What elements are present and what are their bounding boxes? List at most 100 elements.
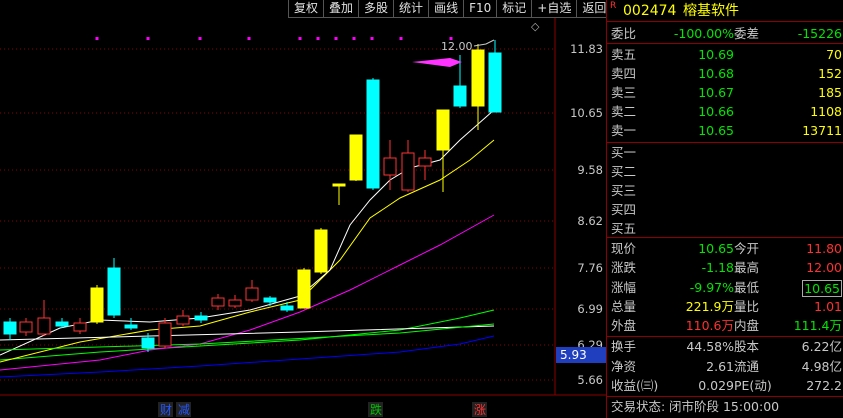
- annotation-arrow-icon: [412, 58, 462, 67]
- toolbar-button[interactable]: 标记: [496, 0, 532, 18]
- toolbar-button[interactable]: 多股: [358, 0, 394, 18]
- toolbar-button[interactable]: F10: [463, 0, 497, 18]
- event-badge-label: 减: [178, 403, 190, 417]
- price-axis-label: 8.62: [577, 214, 603, 228]
- candle-body: [194, 315, 208, 321]
- toolbar-button[interactable]: 叠加: [323, 0, 359, 18]
- header-diamond-icon[interactable]: ◇: [531, 16, 539, 38]
- bid-label: 买一: [611, 145, 637, 160]
- ask-volume: 70: [826, 47, 842, 62]
- fund-label: 收益(㈢): [611, 378, 659, 393]
- stat-value: 221.9万: [685, 298, 734, 314]
- candle-body: [158, 322, 172, 347]
- event-marker-icon: [146, 37, 150, 40]
- candle-body: [124, 324, 138, 329]
- trade-status-row: 交易状态: 闭市阶段 15:00:00: [611, 399, 780, 414]
- candle-body: [488, 52, 502, 113]
- toolbar-button[interactable]: 统计: [393, 0, 429, 18]
- candle-body: [297, 269, 311, 309]
- toolbar-button[interactable]: 复权: [288, 0, 324, 18]
- stat-value: 11.80: [806, 241, 842, 256]
- ask-label: 卖一: [611, 123, 637, 138]
- event-marker-icon: [247, 37, 251, 40]
- ask-label: 卖三: [611, 85, 637, 100]
- bid-label: 买五: [611, 221, 637, 236]
- stock-header: R 002474 榕基软件 ◇: [531, 0, 843, 33]
- stock-name[interactable]: 榕基软件: [683, 0, 739, 22]
- event-badge-label: 财: [160, 403, 172, 417]
- event-marker-icon: [198, 37, 202, 40]
- max-price-leader: [473, 39, 495, 47]
- moving-average-line: [0, 309, 495, 361]
- candle-body: [90, 287, 104, 323]
- ask-row: 卖五 10.69 70: [607, 45, 843, 64]
- candle-body: [366, 79, 380, 189]
- event-marker-icon: [95, 37, 99, 40]
- ask-price: 10.65: [698, 123, 734, 138]
- stat-value: 1.01: [814, 298, 842, 314]
- fund-value: 6.22亿: [801, 339, 842, 354]
- stock-code[interactable]: 002474: [623, 0, 676, 22]
- fund-row: 收益(㈢) 0.029 PE(动) 272.2: [607, 376, 843, 395]
- ask-label: 卖五: [611, 47, 637, 62]
- stat-row: 现价 10.65 今开 11.80: [607, 239, 843, 258]
- ask-volume: 1108: [810, 104, 842, 119]
- ask-volume: 13711: [802, 123, 842, 138]
- stat-row: 外盘 110.6万 内盘 111.4万: [607, 316, 843, 335]
- bid-label: 买二: [611, 164, 637, 179]
- ask-price: 10.69: [698, 47, 734, 62]
- stat-row: 总量 221.9万 量比 1.01: [607, 297, 843, 316]
- fund-label: 换手: [611, 339, 637, 354]
- weibi-row: 委比 -100.00% 委差 -15226: [611, 26, 842, 41]
- stat-label: 涨跌: [611, 260, 637, 276]
- event-marker-icon: [316, 37, 320, 40]
- stat-label: 内盘: [734, 318, 760, 334]
- bid-row: 买三: [607, 181, 843, 200]
- bid-label: 买三: [611, 183, 637, 198]
- candle-body: [436, 109, 450, 151]
- stat-label: 涨幅: [611, 279, 637, 295]
- stat-value: 10.65: [802, 279, 842, 297]
- candle-body: [471, 49, 485, 107]
- kline-chart[interactable]: 11.8310.659.588.627.766.996.295.66 12.00…: [0, 0, 606, 418]
- event-marker-icon: [399, 37, 403, 40]
- candle-body: [176, 315, 190, 325]
- stat-label: 最高: [734, 260, 760, 276]
- event-marker-icon: [352, 37, 356, 40]
- fund-value: 2.61: [706, 358, 734, 374]
- moving-average-line: [0, 335, 495, 378]
- ask-row: 卖四 10.68 152: [607, 64, 843, 83]
- weicha-value: -15226: [797, 26, 842, 41]
- stat-label: 量比: [734, 298, 760, 314]
- event-badge-label: 跌: [370, 402, 382, 417]
- fund-label: PE(动): [734, 378, 772, 393]
- chart-toolbar: 复权 叠加 多股 统计 画线 F10 标记 +自选 返回: [288, 0, 612, 18]
- candle-body: [55, 321, 69, 327]
- ask-price: 10.66: [698, 104, 734, 119]
- price-axis-label: 10.65: [570, 106, 603, 120]
- event-marker-icon: [370, 37, 374, 40]
- toolbar-button[interactable]: 画线: [428, 0, 464, 18]
- moving-average-line: [0, 109, 495, 356]
- bid-label: 买四: [611, 202, 637, 217]
- price-axis-label: 6.99: [577, 302, 603, 316]
- current-price-value: 5.93: [560, 348, 587, 362]
- candle-body: [332, 183, 346, 187]
- ask-row: 卖三 10.67 185: [607, 83, 843, 102]
- candle-body: [245, 287, 259, 301]
- event-badge-label: 涨: [474, 402, 486, 417]
- candle-body: [19, 321, 33, 333]
- candle-body: [107, 267, 121, 316]
- candle-body: [263, 297, 277, 303]
- candle-body: [349, 134, 363, 181]
- price-axis-label: 11.83: [570, 42, 603, 56]
- candle-body: [453, 85, 467, 107]
- fund-value: 4.98亿: [801, 358, 842, 374]
- stat-row: 涨跌 -1.18 最高 12.00: [607, 258, 843, 277]
- fund-value: 0.029: [698, 378, 734, 393]
- candle-body: [418, 157, 432, 167]
- separator: [607, 43, 843, 44]
- candle-body: [3, 321, 17, 335]
- separator: [607, 237, 843, 238]
- candle-body: [37, 317, 51, 335]
